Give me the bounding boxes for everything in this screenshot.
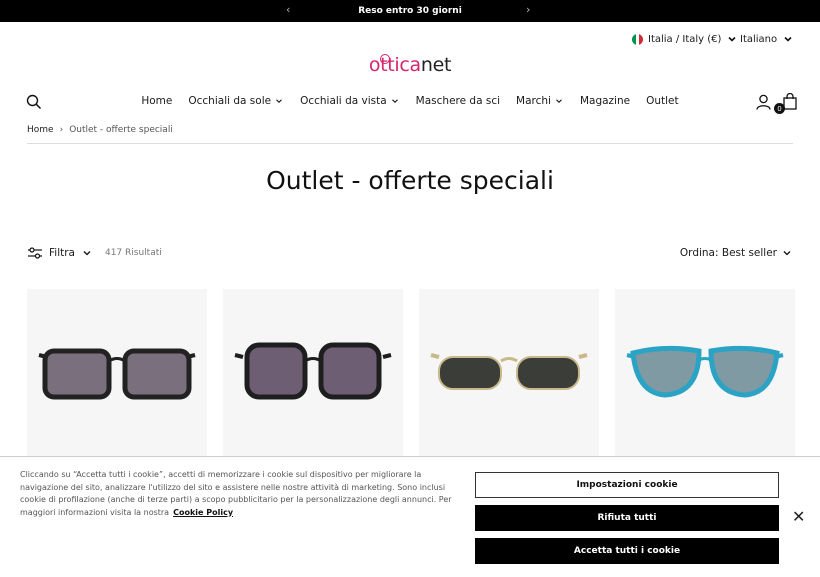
filter-bar: Filtra 417 Risultati bbox=[27, 247, 162, 259]
italy-flag-icon bbox=[632, 33, 643, 45]
language-selector[interactable]: Italiano bbox=[740, 33, 794, 45]
product-grid bbox=[27, 289, 795, 459]
nav-item-maschere-da-sci[interactable]: Maschere da sci bbox=[416, 95, 500, 107]
nav-item-magazine[interactable]: Magazine bbox=[580, 95, 630, 107]
chevron-right-icon[interactable]: › bbox=[526, 3, 530, 16]
account-icon[interactable] bbox=[756, 94, 771, 110]
breadcrumb-separator: › bbox=[59, 125, 64, 135]
country-selector[interactable]: Italia / Italy (€) bbox=[632, 33, 738, 45]
nav-item-label: Occhiali da sole bbox=[188, 95, 272, 107]
chevron-down-icon bbox=[556, 99, 562, 104]
sunglasses-image bbox=[430, 353, 588, 390]
cart-count-badge: 0 bbox=[774, 103, 785, 114]
filter-button[interactable]: Filtra bbox=[49, 247, 75, 259]
nav-item-home[interactable]: Home bbox=[141, 95, 172, 107]
sort-dropdown[interactable]: Ordina: Best seller bbox=[680, 247, 793, 259]
language-label: Italiano bbox=[740, 33, 778, 45]
close-icon[interactable]: ✕ bbox=[792, 507, 805, 526]
product-card[interactable] bbox=[615, 289, 795, 459]
filter-sliders-icon[interactable] bbox=[27, 247, 43, 259]
chevron-down-icon bbox=[728, 36, 737, 42]
product-card[interactable] bbox=[223, 289, 403, 459]
page-title: Outlet - offerte speciali bbox=[266, 166, 554, 195]
site-logo[interactable]: otticanet bbox=[0, 54, 820, 76]
product-card[interactable] bbox=[419, 289, 599, 459]
breadcrumb: Home › Outlet - offerte speciali bbox=[27, 125, 173, 135]
product-card[interactable] bbox=[27, 289, 207, 459]
sunglasses-image bbox=[626, 345, 784, 398]
nav-item-label: Occhiali da vista bbox=[300, 95, 387, 107]
chevron-down-icon bbox=[391, 99, 398, 104]
announcement-bar: ‹ Reso entro 30 giorni › bbox=[0, 0, 820, 22]
divider bbox=[27, 143, 793, 144]
chevron-left-icon[interactable]: ‹ bbox=[286, 3, 290, 16]
main-nav: Home Occhiali da sole Occhiali da vista Mas… bbox=[0, 95, 820, 107]
sunglasses-image bbox=[234, 342, 392, 400]
breadcrumb-current: Outlet - offerte speciali bbox=[69, 125, 173, 135]
cookie-settings-button[interactable]: Impostazioni cookie bbox=[475, 472, 779, 498]
nav-item-outlet[interactable]: Outlet bbox=[646, 95, 679, 107]
nav-item-occhiali-da-vista[interactable]: Occhiali da vista bbox=[300, 95, 400, 107]
cookie-banner: Cliccando su “Accetta tutti i cookie”, a… bbox=[0, 456, 820, 577]
reject-all-button[interactable]: Rifiuta tutti bbox=[475, 505, 779, 531]
announcement-text: Reso entro 30 giorni bbox=[358, 6, 462, 16]
nav-item-label: Home bbox=[141, 95, 173, 107]
results-count: 417 Risultati bbox=[104, 248, 162, 258]
chevron-down-icon bbox=[783, 251, 791, 256]
chevron-down-icon bbox=[276, 99, 282, 104]
sort-label: Ordina: Best seller bbox=[679, 247, 777, 259]
chevron-down-icon bbox=[784, 36, 792, 42]
sunglasses-image bbox=[38, 348, 196, 400]
nav-item-label: Marchi bbox=[516, 95, 551, 107]
nav-item-marchi[interactable]: Marchi bbox=[516, 95, 564, 107]
cookie-policy-link[interactable]: Cookie Policy bbox=[173, 508, 233, 517]
breadcrumb-home[interactable]: Home bbox=[27, 125, 54, 135]
cookie-text: Cliccando su “Accetta tutti i cookie”, a… bbox=[20, 470, 452, 517]
country-label: Italia / Italy (€) bbox=[648, 33, 722, 45]
nav-item-occhiali-da-sole[interactable]: Occhiali da sole bbox=[188, 95, 284, 107]
chevron-down-icon bbox=[83, 251, 91, 256]
nav-item-label: Outlet bbox=[646, 95, 679, 107]
nav-item-label: Maschere da sci bbox=[415, 95, 501, 107]
accept-all-button[interactable]: Accetta tutti i cookie bbox=[475, 538, 779, 564]
nav-item-label: Magazine bbox=[579, 95, 631, 107]
